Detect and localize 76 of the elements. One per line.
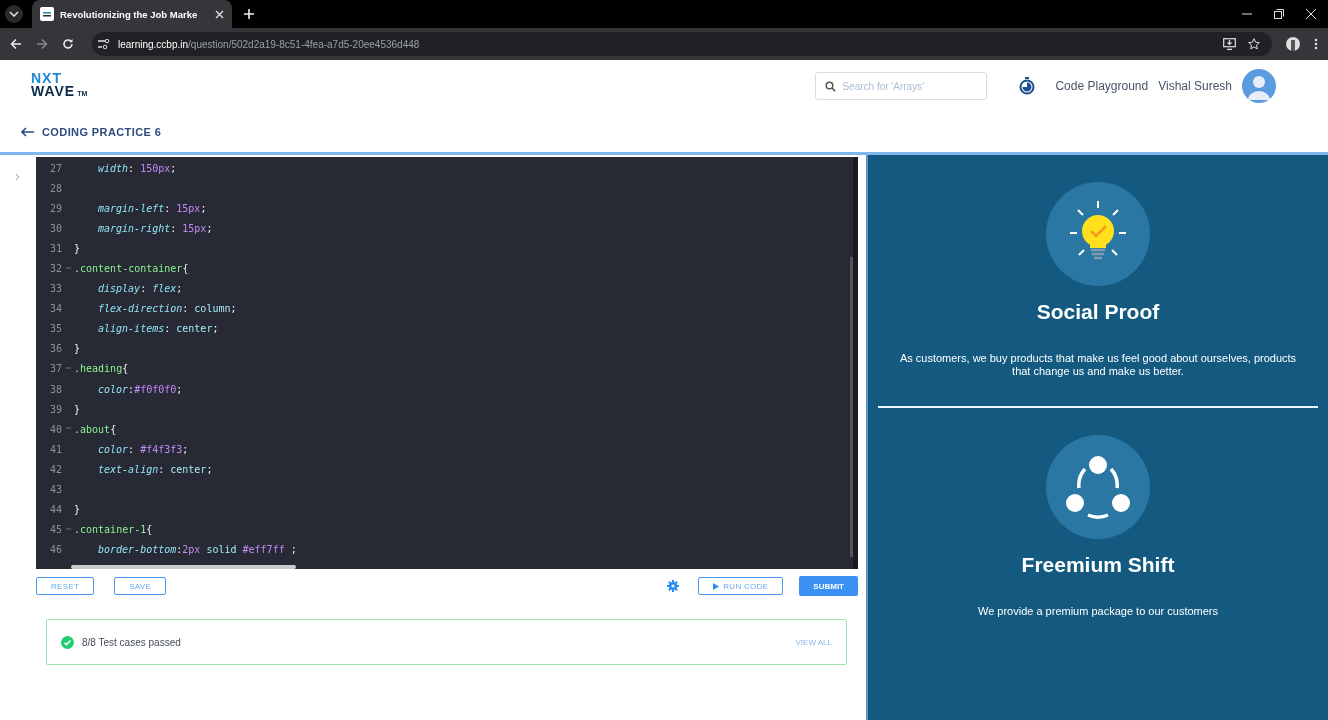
line-number: 42: [48, 463, 62, 475]
line-number: 29: [48, 202, 62, 214]
code-line: width: 150px;: [97, 162, 177, 174]
star-icon[interactable]: [1248, 38, 1260, 50]
browser-tab[interactable]: Revolutionizing the Job Marke: [32, 0, 232, 28]
code-line: margin-left: 15px;: [97, 202, 207, 214]
code-line: color: #f4f3f3;: [97, 443, 189, 455]
close-icon[interactable]: [1306, 9, 1316, 19]
code-line: }: [74, 403, 81, 415]
line-number: 41: [48, 443, 62, 455]
line-number: 39: [48, 403, 62, 415]
line-number: 30: [48, 222, 62, 234]
code-line: flex-direction: column;: [97, 303, 237, 315]
restore-icon[interactable]: [1274, 9, 1284, 19]
code-line: .content-container{: [74, 263, 189, 274]
result-text: 8/8 Test cases passed: [82, 636, 181, 648]
back-arrow-icon[interactable]: [21, 127, 34, 137]
close-icon[interactable]: [215, 9, 224, 19]
reload-icon[interactable]: [62, 38, 74, 50]
expand-chevron-icon[interactable]: [15, 173, 20, 181]
header-link[interactable]: Vishal Suresh: [1158, 79, 1232, 93]
line-number: 31: [48, 242, 62, 254]
search-field[interactable]: Search for 'Arrays': [815, 72, 988, 100]
section-title: Freemium Shift: [1021, 553, 1175, 577]
code-line: margin-right: 15px;: [97, 222, 213, 234]
line-number: 38: [48, 383, 62, 395]
line-number: 40: [48, 423, 62, 435]
code-line: text-align: center;: [97, 463, 213, 475]
code-line: align-items: center;: [97, 323, 219, 335]
site-settings-icon[interactable]: [98, 39, 110, 49]
forward-arrow-icon[interactable]: [36, 38, 48, 50]
site-icon: [40, 7, 54, 21]
code-line: }: [74, 343, 81, 355]
line-number: 45: [48, 524, 62, 536]
check-circle-icon: [61, 635, 74, 649]
url-text: learning.ccbp.in/question/502d2a19-8c51-4fea-a7d5-20ee4536d448: [118, 38, 420, 50]
stopwatch-icon[interactable]: [1019, 77, 1036, 95]
line-number: 36: [48, 343, 62, 355]
avatar[interactable]: [1242, 69, 1276, 103]
tab-list-button[interactable]: [5, 5, 23, 23]
code-line: border-bottom:2px solid #eff7ff ;: [97, 544, 297, 556]
line-number: 37: [48, 363, 62, 375]
plus-icon[interactable]: [244, 9, 254, 19]
menu-icon[interactable]: [1314, 38, 1318, 50]
code-line: }: [74, 504, 81, 516]
lightbulb-icon: [1046, 182, 1150, 286]
code-line: color:#f0f0f0;: [97, 383, 183, 395]
scrollbar[interactable]: [71, 565, 296, 569]
settings-icon[interactable]: [667, 580, 680, 592]
code-line: .container-1{: [74, 524, 153, 536]
share-icon: [1046, 435, 1150, 539]
play-icon: [713, 582, 720, 590]
line-number: 46: [48, 544, 62, 556]
line-number: 43: [48, 484, 62, 496]
address-bar[interactable]: learning.ccbp.in/question/502d2a19-8c51-4fea-a7d5-20ee4536d448: [92, 32, 1272, 56]
code-line: }: [74, 242, 81, 254]
section-title: Social Proof: [1036, 300, 1160, 324]
code-line: .heading{: [74, 363, 129, 375]
line-number: 44: [48, 504, 62, 516]
scrollbar[interactable]: [850, 257, 853, 557]
line-number: 27: [48, 162, 62, 174]
section-text: We provide a premium package to our customers: [977, 605, 1219, 618]
line-number: 32: [48, 263, 62, 274]
tab-title: Revolutionizing the Job Marke: [60, 8, 199, 20]
line-number: 35: [48, 323, 62, 335]
line-number: 33: [48, 283, 62, 295]
profile-icon[interactable]: [1286, 37, 1300, 51]
section-text: As customers, we buy products that make us feel good about ourselves, products that change us and make us better.: [898, 352, 1298, 378]
caret-icon: [9, 11, 19, 17]
code-line: display: flex;: [97, 283, 183, 295]
header-link[interactable]: Code Playground: [1055, 79, 1149, 93]
line-number: 34: [48, 303, 62, 315]
line-number: 28: [48, 182, 62, 194]
page-title: CODING PRACTICE 6: [42, 126, 162, 138]
install-icon[interactable]: [1223, 38, 1236, 50]
code-line: .about{: [74, 423, 117, 435]
